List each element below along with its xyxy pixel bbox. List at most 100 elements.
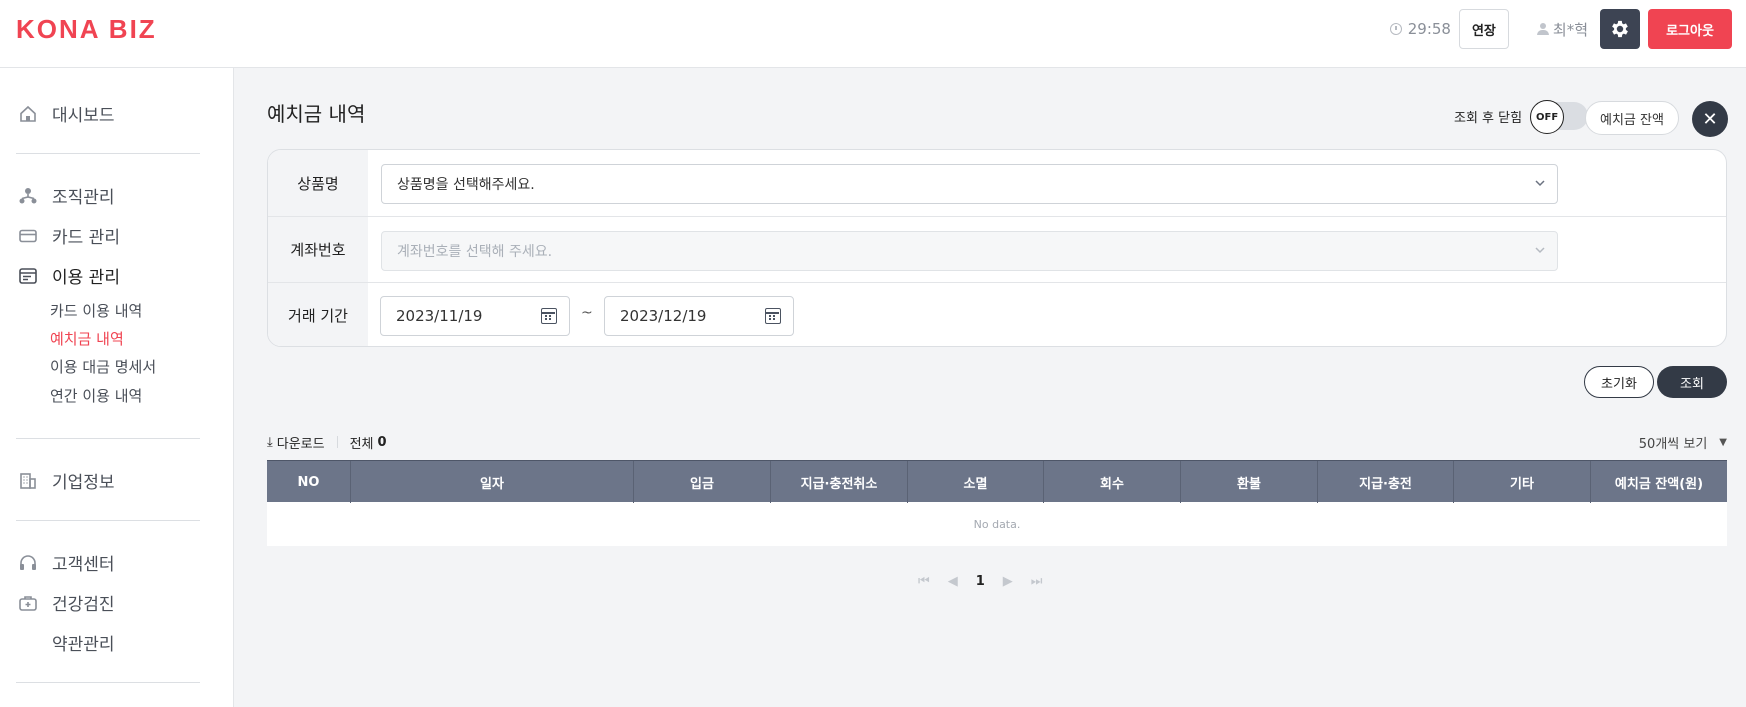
column-header: 예치금 잔액(원) — [1614, 476, 1704, 492]
per-page-value: 50개씩 보기 — [1638, 437, 1708, 452]
close-after-search-control: 조회 후 닫힘 OFF — [1454, 100, 1589, 134]
date-from-value: 2023/11/19 — [396, 307, 483, 325]
column-header: 지급·충전 — [1318, 461, 1454, 503]
column-header: 기타 — [1454, 461, 1591, 503]
table-header: NO 일자 입금 지급·충전취소 소멸 회수 환불 지급·충전 기타 예치금 잔… — [267, 460, 1727, 503]
sidebar-divider — [16, 682, 200, 683]
page-title: 예치금 내역 — [267, 102, 366, 126]
user-name: 최*혁 — [1552, 20, 1588, 39]
sidebar-subitem-card-usage[interactable]: 카드 이용 내역 — [50, 300, 142, 321]
period-label: 거래 기간 — [268, 283, 368, 346]
date-range-separator: ~ — [581, 305, 593, 321]
home-icon — [18, 104, 38, 124]
header-actions: 29:58 연장 최*혁 로그아웃 — [1389, 9, 1732, 49]
sidebar: 대시보드 조직관리 카드 관리 이용 관리 카드 이용 내역 예치금 내역 이용… — [0, 68, 234, 707]
close-icon: ✕ — [1702, 108, 1718, 130]
sidebar-subitem-annual-usage[interactable]: 연간 이용 내역 — [50, 385, 142, 406]
sidebar-item-label: 이용 관리 — [52, 268, 120, 288]
calendar-icon[interactable] — [765, 308, 781, 324]
extend-button[interactable]: 연장 — [1458, 9, 1509, 49]
sidebar-item-customer-center[interactable]: 고객센터 — [18, 550, 115, 575]
sidebar-item-terms[interactable]: 약관관리 — [18, 630, 115, 655]
sidebar-item-label: 기업정보 — [52, 473, 115, 493]
total-label: 전체 — [349, 436, 374, 452]
column-header: 입금 — [634, 461, 771, 503]
first-page-icon[interactable]: ⏮ — [918, 574, 930, 589]
date-to-value: 2023/12/19 — [620, 307, 707, 325]
medical-kit-icon — [18, 593, 38, 613]
reset-button[interactable]: 초기화 — [1584, 366, 1654, 398]
column-header: NO — [267, 461, 351, 503]
sidebar-item-label: 건강검진 — [52, 595, 115, 615]
last-page-icon[interactable]: ⏭ — [1031, 574, 1043, 589]
deposit-balance-button[interactable]: 예치금 잔액 — [1585, 101, 1679, 135]
sidebar-item-label: 약관관리 — [52, 635, 115, 655]
logout-button[interactable]: 로그아웃 — [1648, 9, 1732, 49]
gear-icon — [1612, 20, 1628, 38]
card-icon — [18, 226, 38, 246]
download-button[interactable]: 다운로드 — [277, 433, 325, 452]
sidebar-divider — [16, 438, 200, 439]
next-page-icon[interactable]: ▶ — [1003, 574, 1013, 589]
sidebar-item-label: 대시보드 — [52, 106, 115, 126]
org-chart-icon — [18, 186, 38, 206]
settings-button[interactable] — [1600, 9, 1640, 49]
user-info: 최*혁 — [1536, 19, 1588, 40]
date-from-input[interactable]: 2023/11/19 — [380, 296, 570, 336]
column-header: 지급·충전취소 — [771, 461, 908, 503]
per-page-select[interactable]: 50개씩 보기 ▼ — [1639, 433, 1727, 452]
toggle-knob: OFF — [1530, 100, 1565, 134]
sidebar-item-label: 조직관리 — [52, 188, 115, 208]
page-number[interactable]: 1 — [976, 574, 985, 589]
chevron-down-icon — [1535, 244, 1545, 254]
total-count: 0 — [377, 434, 387, 450]
empty-state: No data. — [267, 502, 1727, 546]
list-toolbar: ⤓ 다운로드 전체 0 50개씩 보기 ▼ — [267, 433, 1727, 453]
caret-down-icon: ▼ — [1719, 437, 1727, 448]
clock-icon — [1389, 23, 1402, 35]
toolbar-divider — [336, 436, 338, 448]
chevron-down-icon — [1535, 177, 1545, 187]
period-row: 거래 기간 2023/11/19 ~ 2023/12/19 — [268, 282, 1726, 346]
account-select[interactable]: 계좌번호를 선택해 주세요. — [381, 231, 1558, 271]
sidebar-item-dashboard[interactable]: 대시보드 — [18, 101, 115, 126]
account-select-value: 계좌번호를 선택해 주세요. — [397, 244, 553, 260]
close-button[interactable]: ✕ — [1692, 101, 1728, 137]
search-button[interactable]: 조회 — [1657, 366, 1727, 398]
sidebar-item-label: 카드 관리 — [52, 228, 120, 248]
download-icon[interactable]: ⤓ — [267, 435, 273, 450]
usage-icon — [18, 266, 38, 286]
close-after-search-toggle[interactable]: OFF — [1530, 100, 1589, 134]
sidebar-item-organization[interactable]: 조직관리 — [18, 183, 115, 208]
headset-icon — [18, 553, 38, 573]
column-header: 일자 — [351, 461, 634, 503]
sidebar-divider — [16, 153, 200, 154]
building-icon — [18, 471, 38, 491]
column-header: 환불 — [1181, 461, 1318, 503]
product-label: 상품명 — [268, 150, 368, 216]
prev-page-icon[interactable]: ◀ — [948, 574, 958, 589]
deposit-table: NO 일자 입금 지급·충전취소 소멸 회수 환불 지급·충전 기타 예치금 잔… — [267, 460, 1727, 546]
calendar-icon[interactable] — [541, 308, 557, 324]
sidebar-divider — [16, 520, 200, 521]
product-select-value: 상품명을 선택해주세요. — [397, 177, 535, 193]
user-icon — [1536, 23, 1549, 35]
sidebar-subitem-billing-statement[interactable]: 이용 대금 명세서 — [50, 356, 156, 377]
session-timer: 29:58 — [1389, 20, 1451, 38]
product-select[interactable]: 상품명을 선택해주세요. — [381, 164, 1558, 204]
account-row: 계좌번호 계좌번호를 선택해 주세요. — [268, 216, 1726, 282]
sidebar-item-card[interactable]: 카드 관리 — [18, 223, 120, 248]
close-after-search-label: 조회 후 닫힘 — [1454, 110, 1523, 126]
kona-biz-logo[interactable]: KONA BIZ — [16, 14, 157, 45]
product-row: 상품명 상품명을 선택해주세요. — [268, 150, 1726, 216]
terms-spacer — [18, 633, 38, 653]
sidebar-item-label: 고객센터 — [52, 555, 115, 575]
timer-value: 29:58 — [1407, 20, 1451, 38]
sidebar-subitem-deposit-history[interactable]: 예치금 내역 — [50, 328, 124, 349]
sidebar-item-usage[interactable]: 이용 관리 — [18, 263, 120, 288]
sidebar-item-health-check[interactable]: 건강검진 — [18, 590, 115, 615]
column-header: 소멸 — [908, 461, 1044, 503]
pagination: ⏮ ◀ 1 ▶ ⏭ — [918, 574, 1042, 589]
date-to-input[interactable]: 2023/12/19 — [604, 296, 794, 336]
sidebar-item-company-info[interactable]: 기업정보 — [18, 468, 115, 493]
